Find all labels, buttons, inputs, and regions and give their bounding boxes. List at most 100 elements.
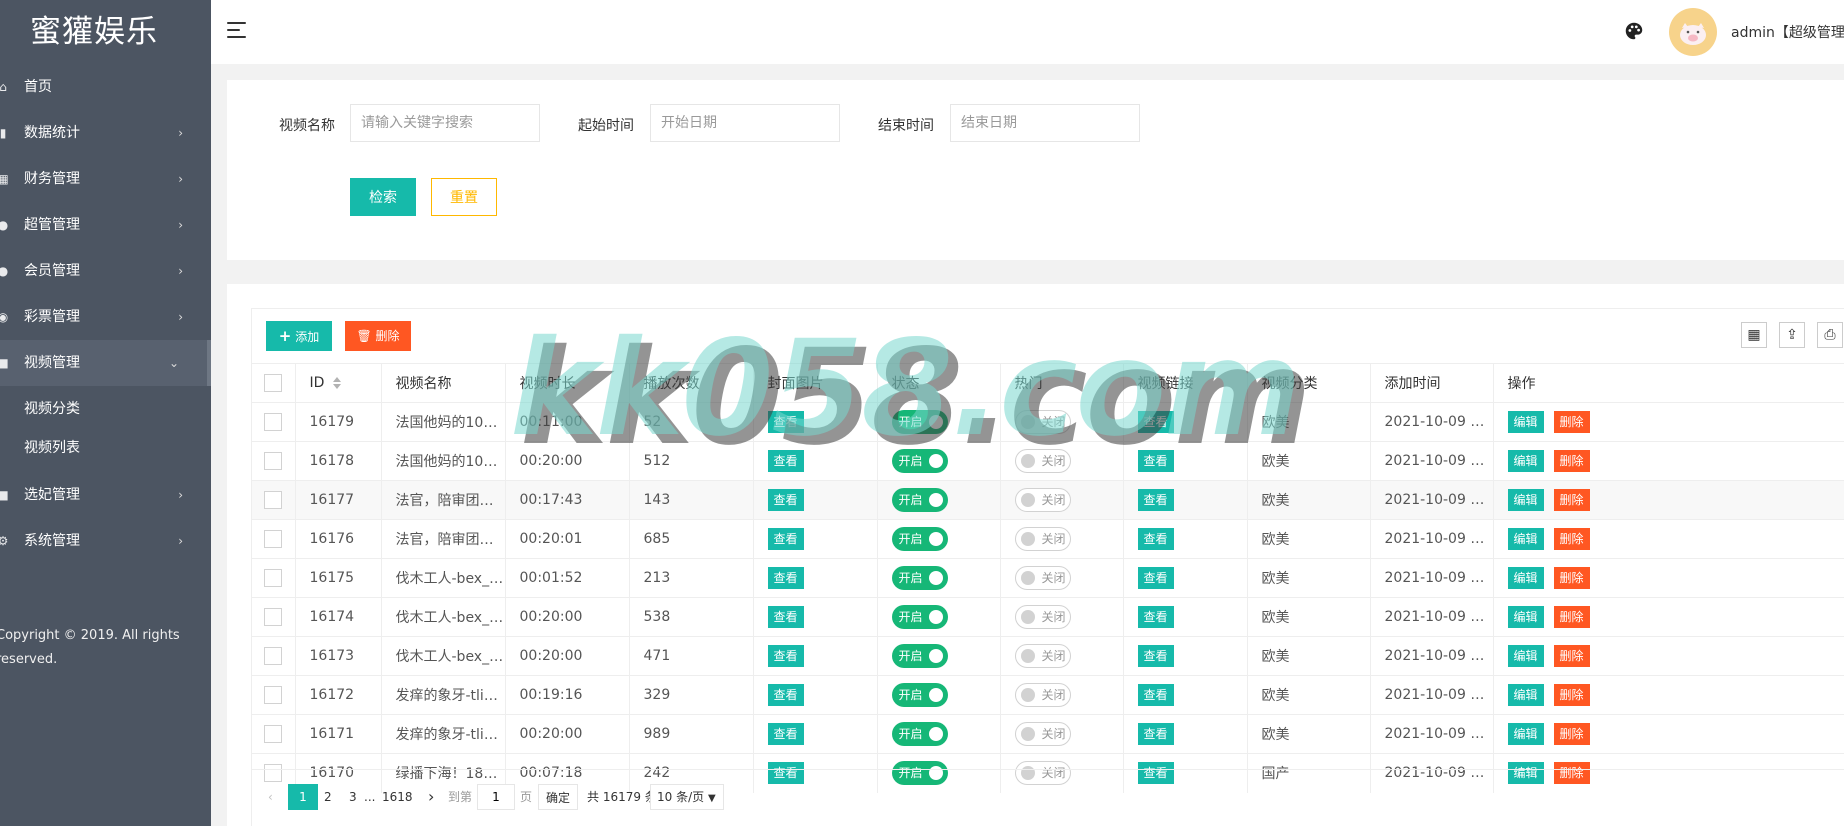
next-page-icon[interactable]: › [428,784,434,810]
sidebar-item-4[interactable]: ● 会员管理 › [0,248,211,294]
hot-switch[interactable]: 关闭 [1014,527,1071,551]
view-cover-button[interactable]: 查看 [767,489,804,511]
status-switch[interactable]: 开启 [891,644,948,668]
sidebar-item-7[interactable]: ■ 选妃管理 › [0,472,211,518]
print-icon[interactable]: ⎙ [1817,322,1843,348]
hot-switch[interactable]: 关闭 [1014,410,1071,434]
page-3[interactable]: 3 [349,784,357,810]
row-checkbox[interactable] [264,491,283,509]
table-row[interactable]: 16172 发痒的象牙-tlib... 00:19:16 329 查看 开启 关闭 查看 欧美 2… [252,675,1844,715]
goto-page-input[interactable] [477,784,515,810]
view-link-button[interactable]: 查看 [1137,411,1174,433]
hot-switch[interactable]: 关闭 [1014,449,1071,473]
view-cover-button[interactable]: 查看 [767,606,804,628]
prev-page-icon[interactable]: ‹ [268,784,273,810]
sidebar-item-3[interactable]: ● 超管管理 › [0,202,211,248]
view-cover-button[interactable]: 查看 [767,450,804,472]
row-checkbox[interactable] [264,647,283,665]
delete-button[interactable]: 删除 [1553,489,1590,511]
view-cover-button[interactable]: 查看 [767,645,804,667]
goto-confirm-button[interactable]: 确定 [538,784,578,810]
row-checkbox[interactable] [264,608,283,626]
table-row[interactable]: 16178 法国他妈的101-... 00:20:00 512 查看 开启 关闭 查看 欧美 20… [252,441,1844,481]
view-link-button[interactable]: 查看 [1137,450,1174,472]
end-date-input[interactable] [950,104,1140,142]
page-2[interactable]: 2 [324,784,332,810]
edit-button[interactable]: 编辑 [1507,450,1544,472]
view-link-button[interactable]: 查看 [1137,528,1174,550]
user-menu[interactable]: admin【超级管理员 [1731,22,1844,42]
delete-button[interactable]: 删除 [1553,450,1590,472]
palette-icon[interactable] [1623,20,1645,42]
status-switch[interactable]: 开启 [891,605,948,629]
table-row[interactable]: 16174 伐木工人-bex_c... 00:20:00 538 查看 开启 关闭 查看 欧美 2… [252,597,1844,637]
hot-switch[interactable]: 关闭 [1014,566,1071,590]
avatar[interactable] [1669,8,1717,56]
view-link-button[interactable]: 查看 [1137,645,1174,667]
sidebar-item-2[interactable]: ▦ 财务管理 › [0,156,211,202]
edit-button[interactable]: 编辑 [1507,567,1544,589]
table-row[interactable]: 16175 伐木工人-bex_c... 00:01:52 213 查看 开启 关闭 查看 欧美 2… [252,558,1844,598]
video-name-input[interactable] [350,104,540,142]
batch-delete-button[interactable]: 🗑 删除 [345,321,411,351]
edit-button[interactable]: 编辑 [1507,645,1544,667]
hot-switch[interactable]: 关闭 [1014,644,1071,668]
view-link-button[interactable]: 查看 [1137,567,1174,589]
view-link-button[interactable]: 查看 [1137,684,1174,706]
table-row[interactable]: 16171 发痒的象牙-tlib... 00:20:00 989 查看 开启 关闭 查看 欧美 2… [252,714,1844,754]
sidebar-item-6[interactable]: ■ 视频管理 ⌄ [0,340,211,386]
view-link-button[interactable]: 查看 [1137,723,1174,745]
sidebar-item-5[interactable]: ◉ 彩票管理 › [0,294,211,340]
row-checkbox[interactable] [264,530,283,548]
view-cover-button[interactable]: 查看 [767,411,804,433]
status-switch[interactable]: 开启 [891,683,948,707]
menu-toggle-icon[interactable] [227,22,249,40]
edit-button[interactable]: 编辑 [1507,528,1544,550]
page-1[interactable]: 1 [288,784,318,810]
sidebar-item-0[interactable]: ⌂ 首页 [0,64,211,110]
view-link-button[interactable]: 查看 [1137,606,1174,628]
search-button[interactable]: 检索 [350,178,416,216]
delete-button[interactable]: 删除 [1553,723,1590,745]
table-row[interactable]: 16173 伐木工人-bex_c... 00:20:00 471 查看 开启 关闭 查看 欧美 2… [252,636,1844,676]
export-icon[interactable]: ⇪ [1779,322,1805,348]
start-date-input[interactable] [650,104,840,142]
row-checkbox[interactable] [264,725,283,743]
view-cover-button[interactable]: 查看 [767,684,804,706]
page-last[interactable]: 1618 [382,784,413,810]
sidebar-item-8[interactable]: ⚙ 系统管理 › [0,518,211,564]
hot-switch[interactable]: 关闭 [1014,722,1071,746]
per-page-select[interactable]: 10 条/页 ▼ [650,784,724,810]
row-checkbox[interactable] [264,413,283,431]
row-checkbox[interactable] [264,686,283,704]
status-switch[interactable]: 开启 [891,566,948,590]
delete-button[interactable]: 删除 [1553,606,1590,628]
status-switch[interactable]: 开启 [891,527,948,551]
hot-switch[interactable]: 关闭 [1014,488,1071,512]
row-checkbox[interactable] [264,452,283,470]
view-cover-button[interactable]: 查看 [767,528,804,550]
edit-button[interactable]: 编辑 [1507,606,1544,628]
hot-switch[interactable]: 关闭 [1014,683,1071,707]
edit-button[interactable]: 编辑 [1507,489,1544,511]
delete-button[interactable]: 删除 [1553,567,1590,589]
table-row[interactable]: 16177 法官，陪审团和... 00:17:43 143 查看 开启 关闭 查看 欧美 2021… [252,480,1844,520]
row-checkbox[interactable] [264,569,283,587]
hot-switch[interactable]: 关闭 [1014,605,1071,629]
sidebar-item-1[interactable]: ▮ 数据统计 › [0,110,211,156]
table-row[interactable]: 16176 法官，陪审团和... 00:20:01 685 查看 开启 关闭 查看 欧美 2021… [252,519,1844,559]
status-switch[interactable]: 开启 [891,488,948,512]
sidebar-subitem-1[interactable]: 视频列表 [0,429,211,468]
status-switch[interactable]: 开启 [891,410,948,434]
delete-button[interactable]: 删除 [1553,684,1590,706]
edit-button[interactable]: 编辑 [1507,411,1544,433]
select-all-checkbox[interactable] [264,374,283,392]
view-link-button[interactable]: 查看 [1137,489,1174,511]
sidebar-subitem-0[interactable]: 视频分类 [0,390,211,429]
status-switch[interactable]: 开启 [891,449,948,473]
edit-button[interactable]: 编辑 [1507,684,1544,706]
sort-icon[interactable] [332,376,342,390]
delete-button[interactable]: 删除 [1553,528,1590,550]
delete-button[interactable]: 删除 [1553,411,1590,433]
reset-button[interactable]: 重置 [431,178,497,216]
